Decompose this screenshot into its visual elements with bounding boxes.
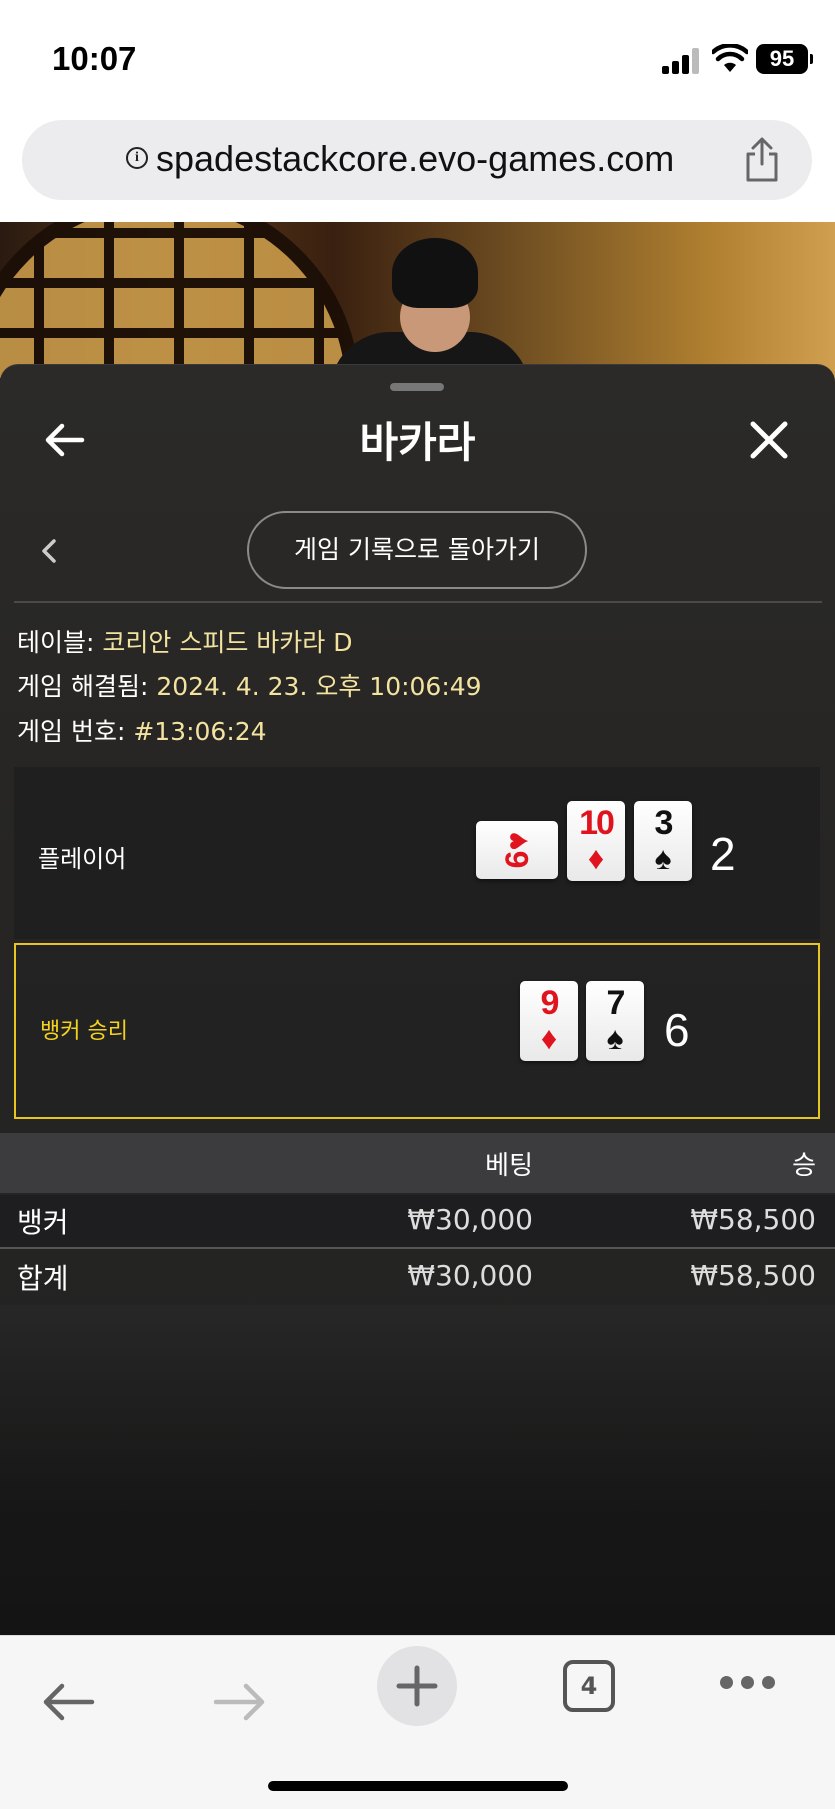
player-label: 플레이어	[38, 845, 127, 873]
card-suit: ♥	[499, 831, 535, 851]
card-rank: 3	[654, 804, 674, 842]
bet-column-header: 베팅	[485, 1151, 533, 1181]
table-value: 코리안 스피드 바카라 D	[102, 628, 353, 657]
card-suit: ♦	[540, 1020, 558, 1056]
status-bar: 10:07 95	[0, 0, 835, 115]
card-suit: ♠	[654, 840, 672, 876]
cellular-signal-icon	[662, 48, 702, 74]
banker-score: 6	[664, 1004, 690, 1056]
card-suit: ♠	[606, 1020, 624, 1056]
bet-name: 합계	[17, 1262, 69, 1295]
banker-win-label: 뱅커 승리	[40, 1019, 128, 1044]
card-rank: 6	[499, 850, 535, 869]
divider	[14, 601, 822, 603]
tab-count-button[interactable]: 4	[563, 1660, 615, 1712]
card-suit: ♦	[587, 840, 605, 876]
player-card-1: 6♥	[476, 821, 558, 879]
share-icon[interactable]	[740, 136, 784, 184]
card-rank: 10	[579, 804, 615, 842]
back-to-history-button[interactable]: 게임 기록으로 돌아가기	[247, 511, 587, 589]
win-column-header: 승	[792, 1151, 816, 1181]
banker-result-row: 뱅커 승리 9 ♦ 7 ♠ 6	[14, 943, 820, 1119]
bet-amount: ₩30,000	[407, 1259, 533, 1292]
close-icon[interactable]	[744, 415, 794, 465]
chevron-left-icon[interactable]	[36, 533, 62, 569]
bet-name: 뱅커	[17, 1206, 69, 1239]
table-row: 뱅커 ₩30,000 ₩58,500	[0, 1195, 835, 1249]
url-text[interactable]: spadestackcore.evo-games.com	[156, 138, 674, 180]
banker-card-1: 9 ♦	[520, 981, 578, 1061]
win-amount: ₩58,500	[690, 1203, 816, 1236]
bet-amount: ₩30,000	[407, 1203, 533, 1236]
table-info: 테이블: 코리안 스피드 바카라 D	[17, 623, 352, 659]
browser-forward-icon[interactable]	[212, 1680, 268, 1724]
table-row: 합계 ₩30,000 ₩58,500	[0, 1251, 835, 1305]
banker-card-2: 7 ♠	[586, 981, 644, 1061]
game-number-value: #13:06:24	[133, 717, 267, 746]
win-amount: ₩58,500	[690, 1259, 816, 1292]
game-number-info: 게임 번호: #13:06:24	[17, 712, 267, 748]
card-rank: 7	[606, 984, 626, 1022]
player-score: 2	[710, 828, 736, 880]
clock: 10:07	[52, 40, 137, 77]
resolved-info: 게임 해결됨: 2024. 4. 23. 오후 10:06:49	[17, 667, 482, 703]
table-label: 테이블:	[17, 628, 95, 657]
drag-handle[interactable]	[390, 383, 444, 391]
game-history-panel: 바카라 게임 기록으로 돌아가기 테이블: 코리안 스피드 바카라 D 게임 해…	[0, 364, 835, 1635]
battery-icon: 95	[756, 44, 813, 74]
new-tab-button[interactable]	[377, 1646, 457, 1726]
game-number-label: 게임 번호:	[17, 717, 126, 746]
info-icon[interactable]: i	[126, 147, 148, 169]
panel-background-fade	[0, 1305, 835, 1635]
resolved-label: 게임 해결됨:	[17, 672, 149, 701]
plus-icon	[396, 1665, 438, 1707]
panel-title: 바카라	[359, 418, 476, 467]
player-result-row: 플레이어 6♥ 10 ♦ 3 ♠ 2	[14, 767, 820, 939]
dealer-hair	[392, 238, 478, 308]
browser-back-icon[interactable]	[40, 1680, 96, 1724]
card-rank: 9	[540, 984, 560, 1022]
bet-table-header: 베팅 승	[0, 1133, 835, 1193]
player-card-3: 3 ♠	[634, 801, 692, 881]
resolved-value: 2024. 4. 23. 오후 10:06:49	[156, 672, 482, 701]
home-indicator	[268, 1781, 568, 1791]
address-bar[interactable]: i spadestackcore.evo-games.com	[22, 120, 812, 200]
more-options-icon[interactable]	[720, 1676, 776, 1696]
player-card-2: 10 ♦	[567, 801, 625, 881]
wifi-icon	[712, 44, 748, 72]
